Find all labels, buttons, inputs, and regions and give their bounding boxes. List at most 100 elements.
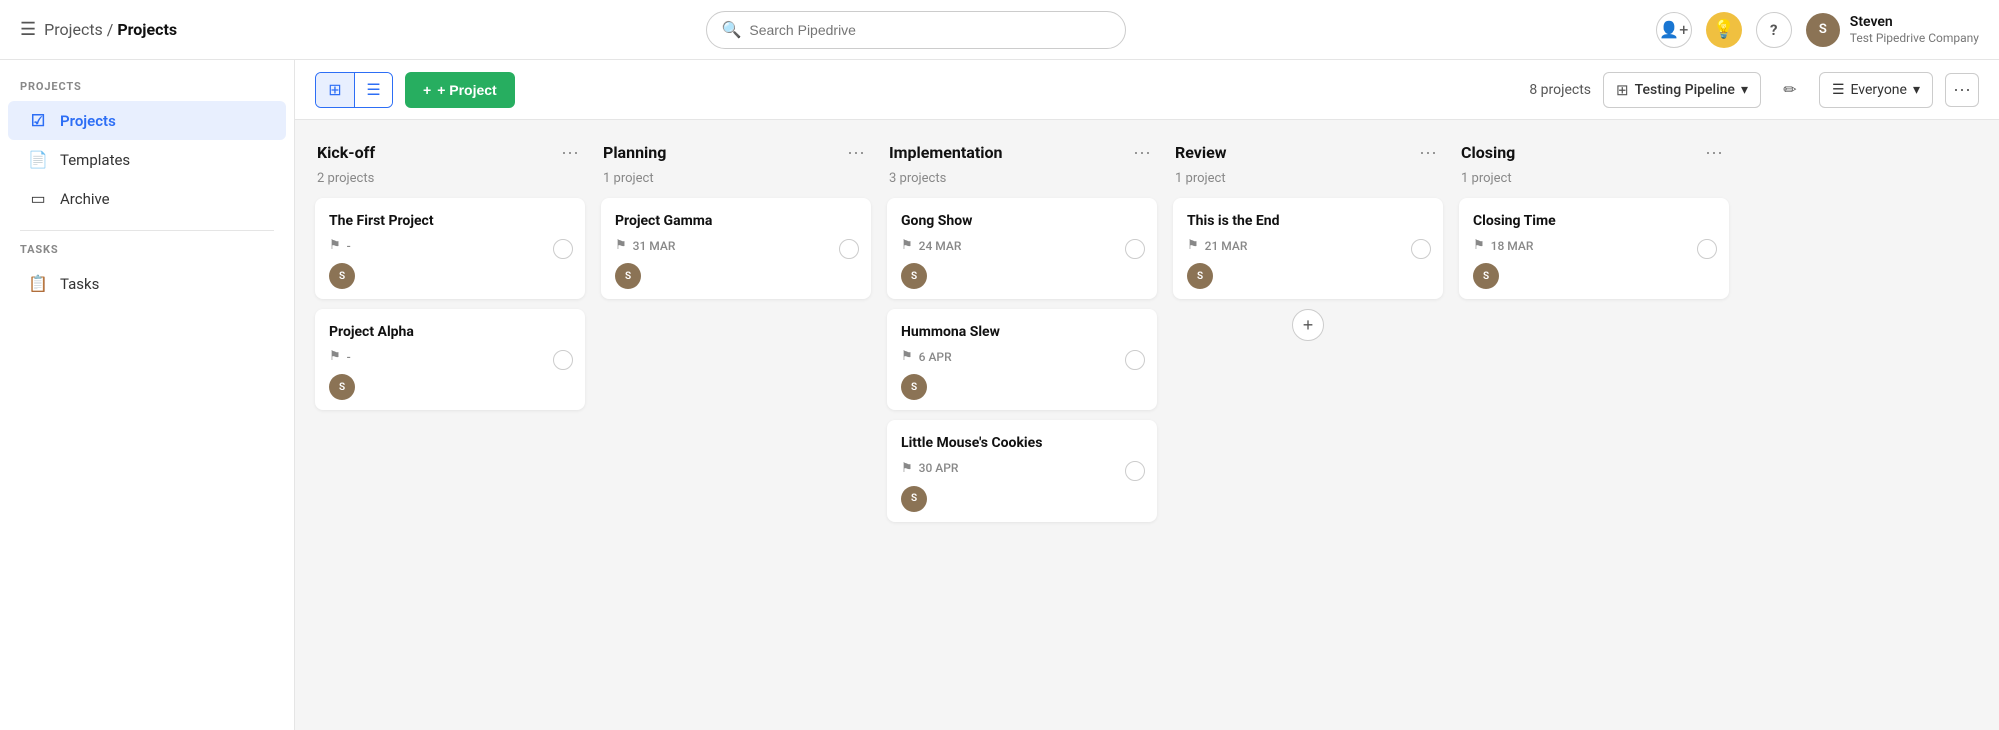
col-planning-menu-button[interactable]: ··· [843, 140, 869, 165]
card-title: The First Project [329, 212, 571, 230]
filter-label: Everyone [1851, 82, 1907, 98]
card-meta: ⚑ 24 MAR [901, 238, 1143, 253]
flag-icon: ⚑ [329, 238, 341, 253]
card-meta: ⚑ 21 MAR [1187, 238, 1429, 253]
col-closing-title: Closing [1461, 143, 1515, 162]
col-review-count: 1 project [1173, 171, 1443, 186]
card-checkbox[interactable] [1411, 239, 1431, 259]
card-date: - [347, 239, 351, 253]
breadcrumb: Projects / Projects [44, 20, 177, 39]
help-button[interactable]: ? [1756, 12, 1792, 48]
col-closing-count: 1 project [1459, 171, 1729, 186]
card-meta: ⚑ 30 APR [901, 461, 1143, 476]
card-checkbox[interactable] [839, 239, 859, 259]
card-meta: ⚑ 31 MAR [615, 238, 857, 253]
sidebar-templates-label: Templates [60, 151, 130, 169]
filter-button[interactable]: ☰ Everyone ▾ [1819, 72, 1933, 108]
col-planning-count: 1 project [601, 171, 871, 186]
add-project-button[interactable]: + + Project [405, 72, 515, 108]
card-date: 31 MAR [633, 239, 676, 253]
view-toggle: ⊞ ☰ [315, 72, 393, 108]
col-review-menu-button[interactable]: ··· [1415, 140, 1441, 165]
card-meta: ⚑ - [329, 238, 571, 253]
pipeline-selector[interactable]: ⊞ Testing Pipeline ▾ [1603, 72, 1761, 108]
edit-button[interactable]: ✏ [1773, 73, 1807, 107]
card-checkbox[interactable] [553, 239, 573, 259]
sidebar-item-templates[interactable]: 📄 Templates [8, 140, 286, 179]
more-button[interactable]: ··· [1945, 73, 1979, 107]
flag-icon: ⚑ [615, 238, 627, 253]
breadcrumb-current: Projects [117, 20, 177, 39]
bulb-button[interactable]: 💡 [1706, 12, 1742, 48]
col-closing-header: Closing ··· [1459, 140, 1729, 165]
user-text: Steven Test Pipedrive Company [1850, 13, 1979, 47]
flag-icon: ⚑ [1473, 238, 1485, 253]
add-col-icon: + [1303, 315, 1314, 336]
bulb-icon: 💡 [1713, 19, 1735, 40]
col-implementation: Implementation ··· 3 projects Gong Show … [887, 140, 1157, 730]
card-meta: ⚑ 18 MAR [1473, 238, 1715, 253]
card-the-first-project: The First Project ⚑ - S [315, 198, 585, 299]
card-checkbox[interactable] [1697, 239, 1717, 259]
card-avatar: S [901, 263, 927, 289]
sidebar-archive-label: Archive [60, 190, 110, 208]
sidebar-item-projects[interactable]: ☑ Projects [8, 101, 286, 140]
col-planning-header: Planning ··· [601, 140, 871, 165]
add-project-col-button[interactable]: + [1292, 309, 1324, 341]
sidebar-item-tasks[interactable]: 📋 Tasks [8, 264, 286, 303]
card-date: - [347, 350, 351, 364]
card-footer: S [329, 374, 571, 400]
card-checkbox[interactable] [1125, 350, 1145, 370]
col-implementation-menu-button[interactable]: ··· [1129, 140, 1155, 165]
list-view-button[interactable]: ☰ [354, 73, 392, 107]
kanban-view-button[interactable]: ⊞ [316, 73, 354, 107]
col-closing-menu-button[interactable]: ··· [1701, 140, 1727, 165]
col-kickoff-header: Kick-off ··· [315, 140, 585, 165]
card-checkbox[interactable] [1125, 239, 1145, 259]
card-title: This is the End [1187, 212, 1429, 230]
card-footer: S [615, 263, 857, 289]
sidebar-divider [20, 230, 274, 231]
card-avatar: S [329, 374, 355, 400]
col-kickoff-title: Kick-off [317, 143, 375, 162]
flag-icon: ⚑ [901, 461, 913, 476]
col-review-cards: This is the End ⚑ 21 MAR S [1173, 198, 1443, 299]
sidebar-tasks-label: Tasks [60, 275, 99, 293]
card-title: Project Alpha [329, 323, 571, 341]
hamburger-icon[interactable]: ☰ [20, 19, 36, 40]
card-checkbox[interactable] [1125, 461, 1145, 481]
card-avatar: S [615, 263, 641, 289]
col-kickoff: Kick-off ··· 2 projects The First Projec… [315, 140, 585, 730]
card-date: 30 APR [919, 461, 959, 475]
col-kickoff-cards: The First Project ⚑ - S Project Alpha [315, 198, 585, 410]
card-date: 24 MAR [919, 239, 962, 253]
card-footer: S [329, 263, 571, 289]
add-person-button[interactable]: 👤+ [1656, 12, 1692, 48]
sidebar: PROJECTS ☑ Projects 📄 Templates ▭ Archiv… [0, 60, 295, 730]
sidebar-item-archive[interactable]: ▭ Archive [8, 179, 286, 218]
user-info[interactable]: S Steven Test Pipedrive Company [1806, 13, 1979, 47]
flag-icon: ⚑ [901, 238, 913, 253]
card-footer: S [1473, 263, 1715, 289]
card-title: Gong Show [901, 212, 1143, 230]
col-kickoff-menu-button[interactable]: ··· [557, 140, 583, 165]
col-implementation-title: Implementation [889, 143, 1003, 162]
filter-icon: ☰ [1832, 82, 1845, 98]
col-implementation-header: Implementation ··· [887, 140, 1157, 165]
search-input[interactable] [749, 22, 1111, 38]
card-date: 6 APR [919, 350, 952, 364]
card-meta: ⚑ - [329, 349, 571, 364]
card-checkbox[interactable] [553, 350, 573, 370]
flag-icon: ⚑ [1187, 238, 1199, 253]
search-bar[interactable]: 🔍 [706, 11, 1126, 49]
projects-count: 8 projects [1529, 82, 1591, 98]
card-title: Closing Time [1473, 212, 1715, 230]
col-closing-cards: Closing Time ⚑ 18 MAR S [1459, 198, 1729, 299]
col-implementation-cards: Gong Show ⚑ 24 MAR S Hummona Slew [887, 198, 1157, 522]
projects-icon: ☑ [28, 111, 48, 130]
edit-icon: ✏ [1783, 80, 1796, 100]
card-avatar: S [901, 374, 927, 400]
kanban-board: Kick-off ··· 2 projects The First Projec… [295, 120, 1999, 730]
card-avatar: S [1473, 263, 1499, 289]
pipeline-label: Testing Pipeline [1635, 82, 1735, 98]
